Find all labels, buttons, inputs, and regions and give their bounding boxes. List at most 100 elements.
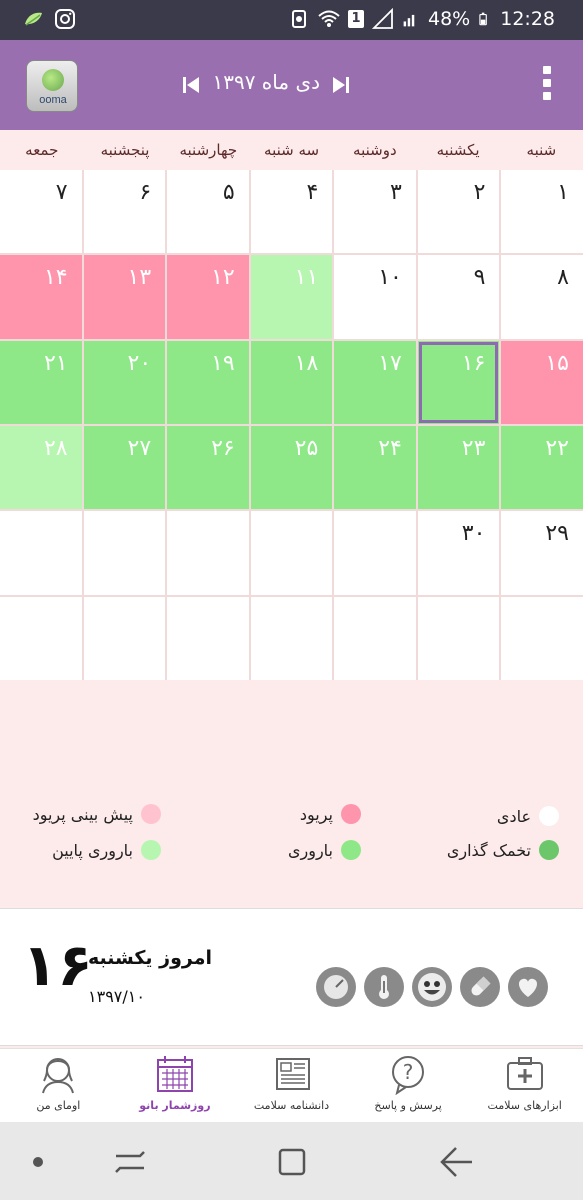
- day-number: ۳۰: [461, 521, 486, 547]
- calendar-day-cell[interactable]: ۲۷: [83, 426, 166, 510]
- calendar-day-cell[interactable]: ۲۲: [501, 426, 583, 510]
- newspaper-icon: [275, 1058, 310, 1090]
- smiley-icon[interactable]: [412, 967, 452, 1007]
- legend-label: پیش بینی پریود: [32, 804, 133, 824]
- calendar-day-cell[interactable]: ۷: [0, 170, 82, 254]
- calendar-day-cell[interactable]: ۴: [250, 170, 333, 254]
- calendar-day-cell[interactable]: ۱۹: [167, 340, 249, 424]
- nav-label: اومای من: [36, 1099, 81, 1112]
- calendar-day-cell[interactable]: [417, 596, 500, 680]
- calendar-day-cell[interactable]: ۱۴: [0, 255, 82, 339]
- calendar-day-cell[interactable]: ۹: [417, 255, 500, 339]
- nav-encyclopedia[interactable]: دانشنامه سلامت: [233, 1049, 350, 1122]
- dot-icon[interactable]: [22, 1144, 62, 1180]
- instagram-icon: [55, 9, 75, 29]
- health-tool-icons: [316, 967, 548, 1007]
- calendar-day-cell[interactable]: ۳۰: [417, 511, 500, 595]
- day-number: ۸: [557, 265, 569, 291]
- calendar-day-cell[interactable]: [167, 511, 249, 595]
- day-number: ۲۶: [211, 436, 235, 461]
- nav-period-calendar[interactable]: روزشمار بانو: [117, 1049, 234, 1122]
- scale-icon[interactable]: [316, 967, 356, 1007]
- calendar-day-cell[interactable]: ۲۸: [0, 426, 82, 510]
- weekday-label: یکشنبه: [436, 141, 480, 159]
- weekday-label: چهارشنبه: [179, 141, 238, 159]
- calendar-day-cell[interactable]: [167, 596, 249, 680]
- heart-icon[interactable]: [508, 967, 548, 1007]
- back-icon[interactable]: [436, 1144, 476, 1180]
- calendar-day-cell[interactable]: [0, 596, 82, 680]
- nav-my-ooma[interactable]: اومای من: [0, 1049, 117, 1122]
- day-number: ۳: [390, 180, 402, 205]
- legend-label: پریود: [299, 804, 333, 824]
- weekday-label: شنبه: [526, 141, 557, 159]
- app-logo[interactable]: ooma: [26, 60, 78, 112]
- calendar-day-cell[interactable]: ۲: [417, 170, 500, 254]
- overflow-menu-icon[interactable]: [541, 66, 553, 104]
- legend-fertile: باروری: [288, 840, 361, 860]
- calendar-day-cell[interactable]: ۲۹: [501, 511, 583, 595]
- calendar-day-cell[interactable]: ۲۳: [417, 426, 500, 510]
- calendar-day-cell[interactable]: [334, 596, 416, 680]
- month-navigation: دی ماه ۱۳۹۷: [180, 68, 350, 102]
- day-number: ۲۷: [127, 436, 152, 461]
- calendar-day-cell[interactable]: [250, 511, 333, 595]
- legend-dot-ovulation: [539, 840, 559, 860]
- day-number: ۴: [306, 180, 319, 205]
- day-number: ۵: [222, 180, 235, 205]
- calendar-day-cell[interactable]: ۵: [167, 170, 249, 254]
- calendar-day-cell[interactable]: ۲۴: [334, 426, 416, 510]
- calendar-day-cell[interactable]: [0, 511, 82, 595]
- calendar-day-cell[interactable]: [83, 596, 166, 680]
- calendar-day-cell[interactable]: [501, 596, 583, 680]
- calendar-day-cell[interactable]: [334, 511, 416, 595]
- sim-badge: 1: [348, 10, 364, 28]
- calendar-day-cell[interactable]: ۳: [334, 170, 416, 254]
- pill-icon[interactable]: [460, 967, 500, 1007]
- thermometer-icon[interactable]: [364, 967, 404, 1007]
- legend-normal: عادی: [497, 806, 559, 826]
- calendar-day-cell[interactable]: ۱۰: [334, 255, 416, 339]
- legend-label: عادی: [496, 806, 531, 826]
- calendar-day-cell[interactable]: ۱۱: [250, 255, 333, 339]
- calendar-day-cell[interactable]: ۸: [501, 255, 583, 339]
- legend: عادی پریود پیش بینی پریود تخمک گذاری بار…: [0, 790, 583, 870]
- calendar-day-cell[interactable]: ۲۱: [0, 340, 82, 424]
- legend-label: باروری: [287, 840, 333, 860]
- nav-qa[interactable]: ? پرسش و پاسخ: [350, 1049, 467, 1122]
- legend-dot-predicted: [141, 804, 161, 824]
- calendar-day-cell[interactable]: ۲۵: [250, 426, 333, 510]
- prev-month-icon[interactable]: [180, 68, 202, 102]
- day-number: ۲۲: [545, 436, 569, 461]
- day-number: ۱۴: [43, 265, 68, 291]
- status-bar: 1 48% 12:28: [0, 0, 583, 40]
- legend-dot-low-fertile: [141, 840, 161, 860]
- legend-label: تخمک گذاری: [446, 840, 531, 860]
- medkit-icon: [506, 1057, 543, 1090]
- calendar-day-cell[interactable]: ۲۰: [83, 340, 166, 424]
- calendar-day-cell[interactable]: ۱۵: [501, 340, 583, 424]
- calendar-day-cell[interactable]: ۲۶: [167, 426, 249, 510]
- calendar-day-cell[interactable]: [83, 511, 166, 595]
- next-month-icon[interactable]: [330, 68, 352, 102]
- calendar-day-cell[interactable]: ۱۲: [167, 255, 249, 339]
- weekday-label: دوشنبه: [353, 141, 397, 159]
- today-card[interactable]: ۱۶ امروز یکشنبه ۱۳۹۷/۱۰: [0, 908, 583, 1046]
- today-day-number: ۱۶: [22, 931, 93, 999]
- calendar-day-cell-today[interactable]: ۱۶: [417, 340, 500, 424]
- calendar-day-cell[interactable]: ۱: [501, 170, 583, 254]
- legend-dot-period: [341, 804, 361, 824]
- woman-profile-icon: [42, 1058, 75, 1094]
- recent-apps-icon[interactable]: [110, 1144, 150, 1180]
- calendar-day-cell[interactable]: ۶: [83, 170, 166, 254]
- calendar-day-cell[interactable]: ۱۳: [83, 255, 166, 339]
- calendar-day-cell[interactable]: [250, 596, 333, 680]
- home-icon[interactable]: [272, 1144, 312, 1180]
- day-number: ۲۹: [545, 521, 569, 547]
- nav-health-tools[interactable]: ابزارهای سلامت: [466, 1049, 583, 1122]
- calendar-day-cell[interactable]: ۱۸: [250, 340, 333, 424]
- calendar-day-cell[interactable]: ۱۷: [334, 340, 416, 424]
- day-number: ۲۵: [294, 436, 319, 461]
- day-number: ۲۰: [127, 350, 152, 376]
- day-number: ۷: [55, 180, 68, 205]
